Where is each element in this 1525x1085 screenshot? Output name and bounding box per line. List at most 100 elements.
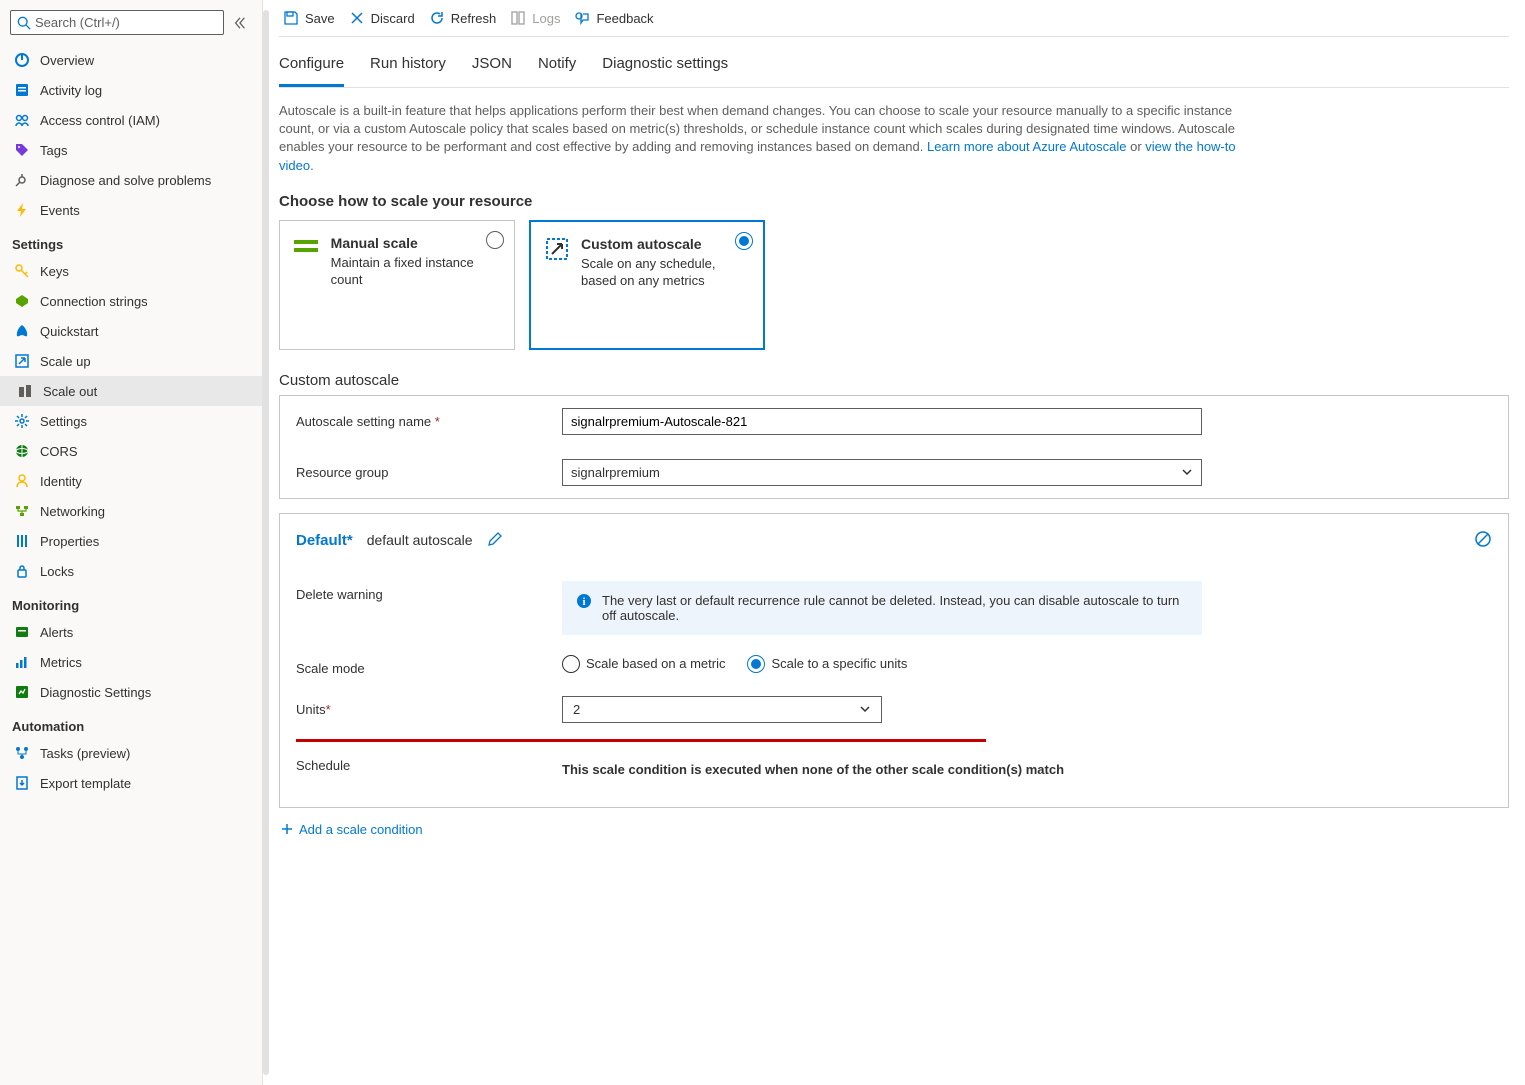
refresh-button[interactable]: Refresh	[429, 10, 497, 26]
connection-strings-icon	[14, 293, 30, 309]
sidebar-item-scale-up[interactable]: Scale up	[0, 346, 262, 376]
scale-out-icon	[17, 383, 33, 399]
sidebar-item-label: Overview	[40, 53, 94, 68]
tab-configure[interactable]: Configure	[279, 43, 344, 87]
cors-icon	[14, 443, 30, 459]
intro-text: Autoscale is a built-in feature that hel…	[279, 88, 1239, 181]
save-icon	[283, 10, 299, 26]
diagnostic-settings-icon	[14, 684, 30, 700]
units-select[interactable]: 2	[562, 696, 882, 723]
discard-button[interactable]: Discard	[349, 10, 415, 26]
save-button[interactable]: Save	[283, 10, 335, 26]
sidebar-item-tags[interactable]: Tags	[0, 135, 262, 165]
sidebar-item-label: Alerts	[40, 625, 73, 640]
feedback-button[interactable]: Feedback	[574, 10, 653, 26]
edit-condition-button[interactable]	[487, 531, 503, 550]
sidebar-item-label: Keys	[40, 264, 69, 279]
sidebar-item-label: Scale out	[43, 384, 97, 399]
search-icon	[17, 16, 31, 30]
sidebar-item-connection-strings[interactable]: Connection strings	[0, 286, 262, 316]
sidebar-scrollbar[interactable]	[263, 10, 269, 1075]
autoscale-name-input[interactable]	[562, 408, 1202, 435]
learn-more-link[interactable]: Learn more about Azure Autoscale	[927, 139, 1126, 154]
schedule-label: Schedule	[296, 752, 546, 773]
scale-mode-label: Scale mode	[296, 655, 546, 676]
sidebar-item-locks[interactable]: Locks	[0, 556, 262, 586]
custom-autoscale-radio[interactable]	[735, 232, 753, 250]
custom-autoscale-subheading: Custom autoscale	[279, 372, 1509, 389]
settings-icon	[14, 413, 30, 429]
custom-autoscale-card[interactable]: Custom autoscale Scale on any schedule, …	[529, 220, 765, 350]
sidebar-item-alerts[interactable]: Alerts	[0, 617, 262, 647]
collapse-sidebar-button[interactable]	[228, 11, 252, 35]
sidebar-item-export-template[interactable]: Export template	[0, 768, 262, 798]
sidebar-item-diagnostic-settings[interactable]: Diagnostic Settings	[0, 677, 262, 707]
sidebar-item-label: Identity	[40, 474, 82, 489]
add-scale-condition-button[interactable]: Add a scale condition	[279, 808, 1509, 851]
sidebar-item-scale-out[interactable]: Scale out	[0, 376, 262, 406]
custom-autoscale-icon	[545, 236, 569, 262]
automation-heading: Automation	[0, 707, 262, 738]
manual-scale-radio[interactable]	[486, 231, 504, 249]
logs-icon	[510, 10, 526, 26]
sidebar-item-label: Metrics	[40, 655, 82, 670]
manual-scale-card[interactable]: Manual scale Maintain a fixed instance c…	[279, 220, 515, 350]
sidebar-item-cors[interactable]: CORS	[0, 436, 262, 466]
pencil-icon	[487, 531, 503, 547]
custom-autoscale-desc: Scale on any schedule, based on any metr…	[581, 256, 749, 290]
locks-icon	[14, 563, 30, 579]
sidebar-item-events[interactable]: Events	[0, 195, 262, 225]
scale-up-icon	[14, 353, 30, 369]
manual-scale-desc: Maintain a fixed instance count	[331, 255, 500, 289]
sidebar-item-identity[interactable]: Identity	[0, 466, 262, 496]
sidebar-item-label: Settings	[40, 414, 87, 429]
diagnose-icon	[14, 172, 30, 188]
plus-icon	[281, 823, 293, 835]
scale-units-option[interactable]: Scale to a specific units	[747, 655, 907, 673]
resource-group-select[interactable]: signalrpremium	[562, 459, 1202, 486]
tab-diagnostic-settings[interactable]: Diagnostic settings	[602, 43, 728, 87]
sidebar-item-overview[interactable]: Overview	[0, 45, 262, 75]
scale-units-radio[interactable]	[747, 655, 765, 673]
search-placeholder: Search (Ctrl+/)	[35, 15, 120, 30]
sidebar-item-label: Export template	[40, 776, 131, 791]
sidebar-item-settings[interactable]: Settings	[0, 406, 262, 436]
scale-metric-radio[interactable]	[562, 655, 580, 673]
sidebar-item-label: Tasks (preview)	[40, 746, 130, 761]
sidebar-item-label: Properties	[40, 534, 99, 549]
sidebar-item-tasks-preview-[interactable]: Tasks (preview)	[0, 738, 262, 768]
svg-text:i: i	[582, 596, 585, 608]
sidebar-item-label: Access control (IAM)	[40, 113, 160, 128]
tab-json[interactable]: JSON	[472, 43, 512, 87]
sidebar-item-metrics[interactable]: Metrics	[0, 647, 262, 677]
sidebar-item-label: Connection strings	[40, 294, 148, 309]
tab-run-history[interactable]: Run history	[370, 43, 446, 87]
search-input[interactable]: Search (Ctrl+/)	[10, 10, 224, 35]
scale-metric-option[interactable]: Scale based on a metric	[562, 655, 725, 673]
schedule-description: This scale condition is executed when no…	[562, 752, 1064, 777]
tab-notify[interactable]: Notify	[538, 43, 576, 87]
sidebar-item-label: Diagnose and solve problems	[40, 173, 211, 188]
sidebar-item-label: Networking	[40, 504, 105, 519]
sidebar-item-label: CORS	[40, 444, 78, 459]
sidebar-item-quickstart[interactable]: Quickstart	[0, 316, 262, 346]
sidebar-item-access-control-iam-[interactable]: Access control (IAM)	[0, 105, 262, 135]
sidebar-item-properties[interactable]: Properties	[0, 526, 262, 556]
units-label: Units*	[296, 696, 546, 717]
sidebar-item-diagnose-and-solve-problems[interactable]: Diagnose and solve problems	[0, 165, 262, 195]
sidebar-item-networking[interactable]: Networking	[0, 496, 262, 526]
sidebar-item-keys[interactable]: Keys	[0, 256, 262, 286]
default-condition-subtitle: default autoscale	[367, 532, 473, 548]
networking-icon	[14, 503, 30, 519]
overview-icon	[14, 52, 30, 68]
properties-icon	[14, 533, 30, 549]
sidebar-item-label: Activity log	[40, 83, 102, 98]
disable-condition-button[interactable]	[1474, 530, 1492, 551]
sidebar-item-activity-log[interactable]: Activity log	[0, 75, 262, 105]
default-condition-name: Default*	[296, 532, 353, 549]
identity-icon	[14, 473, 30, 489]
left-sidebar: Search (Ctrl+/) Overview Activity log Acce…	[0, 0, 263, 1085]
custom-autoscale-title: Custom autoscale	[581, 236, 749, 252]
manual-scale-title: Manual scale	[331, 235, 500, 251]
tab-bar: Configure Run history JSON Notify Diagno…	[279, 43, 1509, 88]
